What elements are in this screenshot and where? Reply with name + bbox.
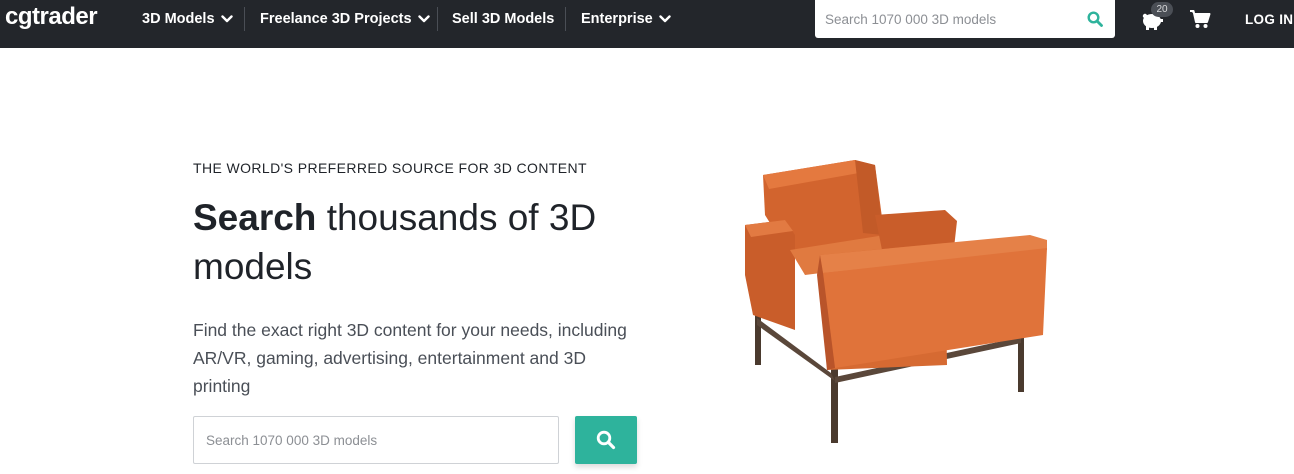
nav-search-button[interactable] [1075,0,1115,38]
hero-headline-bold: Search [193,197,317,238]
nav-sell-3d-models-label: Sell 3D Models [452,11,555,27]
nav-3d-models-dropdown[interactable]: 3D Models [142,0,233,38]
chevron-down-icon [417,15,430,23]
cgtrader-logo[interactable]: cgtrader [5,3,98,31]
nav-enterprise-label: Enterprise [581,11,653,27]
nav-divider [244,7,245,31]
hero-search-box [193,416,559,464]
armchair-3d-model-image [745,160,1047,443]
nav-3d-models-label: 3D Models [142,11,215,27]
nav-freelance-projects-label: Freelance 3D Projects [260,11,412,27]
nav-divider [437,7,438,31]
login-button[interactable]: LOG IN [1245,0,1293,38]
top-navigation-bar: cgtrader 3D Models Freelance 3D Projects… [0,0,1294,48]
search-icon [596,430,616,450]
nav-search-input[interactable] [815,0,1075,38]
hero-eyebrow-text: THE WORLD'S PREFERRED SOURCE FOR 3D CONT… [193,160,588,176]
hero-search-input[interactable] [194,417,558,463]
hero-headline: Search thousands of 3D models [193,193,663,291]
hero-description: Find the exact right 3D content for your… [193,320,627,396]
nav-divider [565,7,566,31]
chevron-down-icon [220,15,233,23]
chevron-down-icon [659,15,671,23]
nav-search-box [815,0,1115,38]
shopping-cart-icon[interactable] [1189,9,1211,29]
notification-count-badge: 20 [1151,2,1173,17]
nav-freelance-projects-dropdown[interactable]: Freelance 3D Projects [260,0,430,38]
search-icon [1087,11,1103,27]
hero-search-button[interactable] [575,416,637,464]
nav-sell-3d-models-link[interactable]: Sell 3D Models [452,0,554,38]
nav-enterprise-dropdown[interactable]: Enterprise [581,0,671,38]
